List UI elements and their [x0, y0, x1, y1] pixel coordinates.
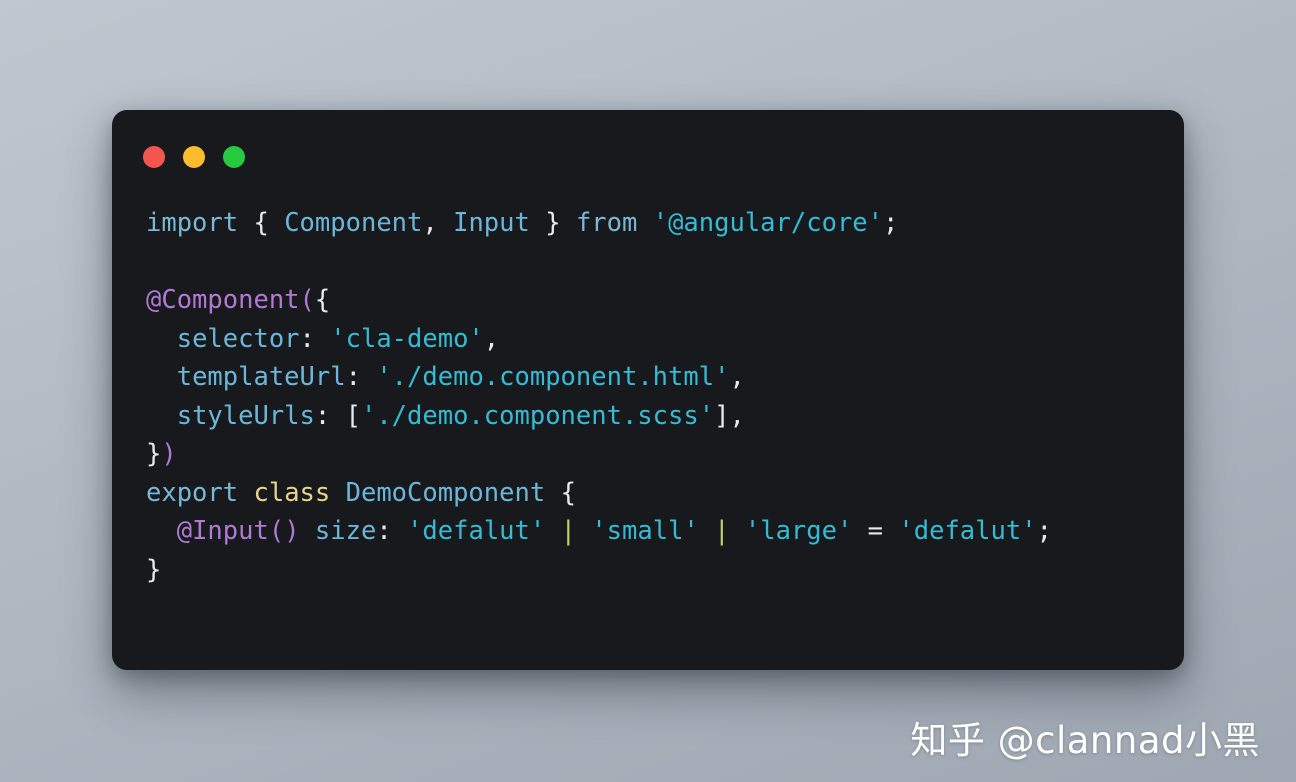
code-token: { — [560, 477, 576, 508]
code-token: 'defalut' — [407, 516, 546, 546]
code-line: import { Component, Input } from '@angul… — [146, 208, 898, 238]
code-token: , — [483, 323, 500, 354]
code-line: selector: 'cla-demo', — [146, 324, 499, 354]
code-token: 'cla-demo' — [330, 323, 484, 354]
code-token: @Component — [146, 285, 300, 315]
code-line: styleUrls: ['./demo.component.scss'], — [146, 401, 745, 431]
close-window-button[interactable] — [143, 146, 165, 168]
code-token: { — [253, 208, 269, 238]
code-line: @Input() size: 'defalut' | 'small' | 'la… — [146, 516, 1052, 546]
code-token: , — [729, 362, 745, 392]
maximize-window-button[interactable] — [223, 146, 245, 168]
code-token: 'small' — [591, 516, 699, 546]
code-window: import { Component, Input } from '@angul… — [112, 110, 1184, 670]
code-token: , — [422, 208, 438, 238]
code-token: | — [714, 516, 730, 546]
code-token: '@angular/core' — [652, 208, 884, 238]
code-token: styleUrls — [176, 400, 315, 431]
code-token: ( — [299, 285, 315, 315]
code-token: } — [146, 439, 162, 469]
code-token: : — [376, 516, 408, 546]
code-token: export — [146, 477, 239, 508]
code-token: './demo.component.scss' — [360, 400, 715, 431]
code-line: export class DemoComponent { — [146, 478, 576, 508]
code-token: () — [268, 516, 300, 546]
code-token: DemoComponent — [345, 477, 546, 508]
code-token: = — [852, 516, 899, 546]
code-token: @Input — [176, 516, 269, 546]
code-token: | — [560, 516, 576, 546]
code-token: Input — [453, 208, 530, 238]
watermark-text: 知乎 @clannad小黑 — [910, 719, 1260, 762]
code-token: : — [345, 362, 377, 392]
code-token: , — [729, 400, 745, 431]
code-line: @Component({ — [146, 285, 330, 315]
code-token: size — [314, 516, 377, 546]
code-token: : — [299, 323, 331, 354]
code-token: : — [314, 400, 346, 431]
code-token: './demo.component.html' — [376, 362, 730, 392]
code-token: Component — [284, 208, 423, 238]
code-line: }) — [146, 439, 177, 469]
code-line: templateUrl: './demo.component.html', — [146, 362, 745, 392]
window-titlebar[interactable] — [112, 110, 1184, 204]
code-token: } — [545, 208, 561, 238]
code-token: templateUrl — [176, 362, 346, 392]
minimize-window-button[interactable] — [183, 146, 205, 168]
code-token: import — [146, 208, 239, 238]
traffic-light-buttons — [143, 146, 245, 168]
page-canvas: import { Component, Input } from '@angul… — [0, 0, 1296, 782]
code-token: 'large' — [744, 516, 853, 546]
source-code-block[interactable]: import { Component, Input } from '@angul… — [146, 204, 1150, 589]
code-token: ; — [1036, 516, 1052, 546]
code-token: } — [146, 554, 162, 585]
code-token: [ — [345, 400, 361, 431]
code-token: { — [314, 285, 331, 315]
code-token: ] — [714, 400, 730, 431]
code-token: 'defalut' — [898, 516, 1037, 546]
code-token: selector — [176, 323, 300, 354]
code-token: from — [575, 208, 638, 238]
code-token: ) — [161, 439, 177, 469]
code-content-area[interactable]: import { Component, Input } from '@angul… — [112, 204, 1184, 670]
code-line: } — [146, 555, 161, 585]
code-token: ; — [883, 208, 899, 238]
code-token: class — [253, 477, 331, 508]
